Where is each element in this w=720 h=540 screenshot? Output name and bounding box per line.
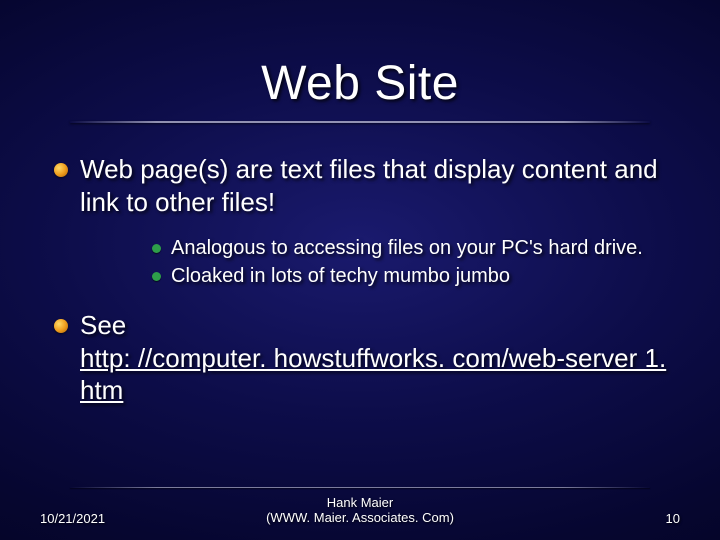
bullet-icon (54, 163, 68, 177)
sub-bullet-text: Analogous to accessing files on your PC'… (171, 236, 680, 262)
sub-bullet-text: Cloaked in lots of techy mumbo jumbo (171, 264, 680, 290)
sub-bullet: Cloaked in lots of techy mumbo jumbo (152, 264, 680, 290)
footer-author: Hank Maier (327, 495, 393, 510)
slide-content: Web page(s) are text files that display … (0, 123, 720, 407)
footer-page-number: 10 (666, 511, 680, 526)
sub-bullet-icon (152, 244, 161, 253)
bullet-main-see: See http: //computer. howstuffworks. com… (54, 309, 680, 407)
slide-title: Web Site (0, 0, 720, 117)
bullet-icon (54, 319, 68, 333)
slide-footer: 10/21/2021 Hank Maier (WWW. Maier. Assoc… (0, 511, 720, 526)
sub-bullet-icon (152, 272, 161, 281)
footer-underline (70, 487, 650, 489)
bullet-text: Web page(s) are text files that display … (80, 153, 680, 218)
sub-bullet: Analogous to accessing files on your PC'… (152, 236, 680, 262)
bullet-main: Web page(s) are text files that display … (54, 153, 680, 218)
see-link[interactable]: http: //computer. howstuffworks. com/web… (80, 343, 666, 406)
footer-date: 10/21/2021 (40, 511, 105, 526)
footer-author-url: (WWW. Maier. Associates. Com) (266, 510, 454, 525)
see-label: See (80, 310, 126, 340)
sub-bullet-list: Analogous to accessing files on your PC'… (54, 224, 680, 303)
